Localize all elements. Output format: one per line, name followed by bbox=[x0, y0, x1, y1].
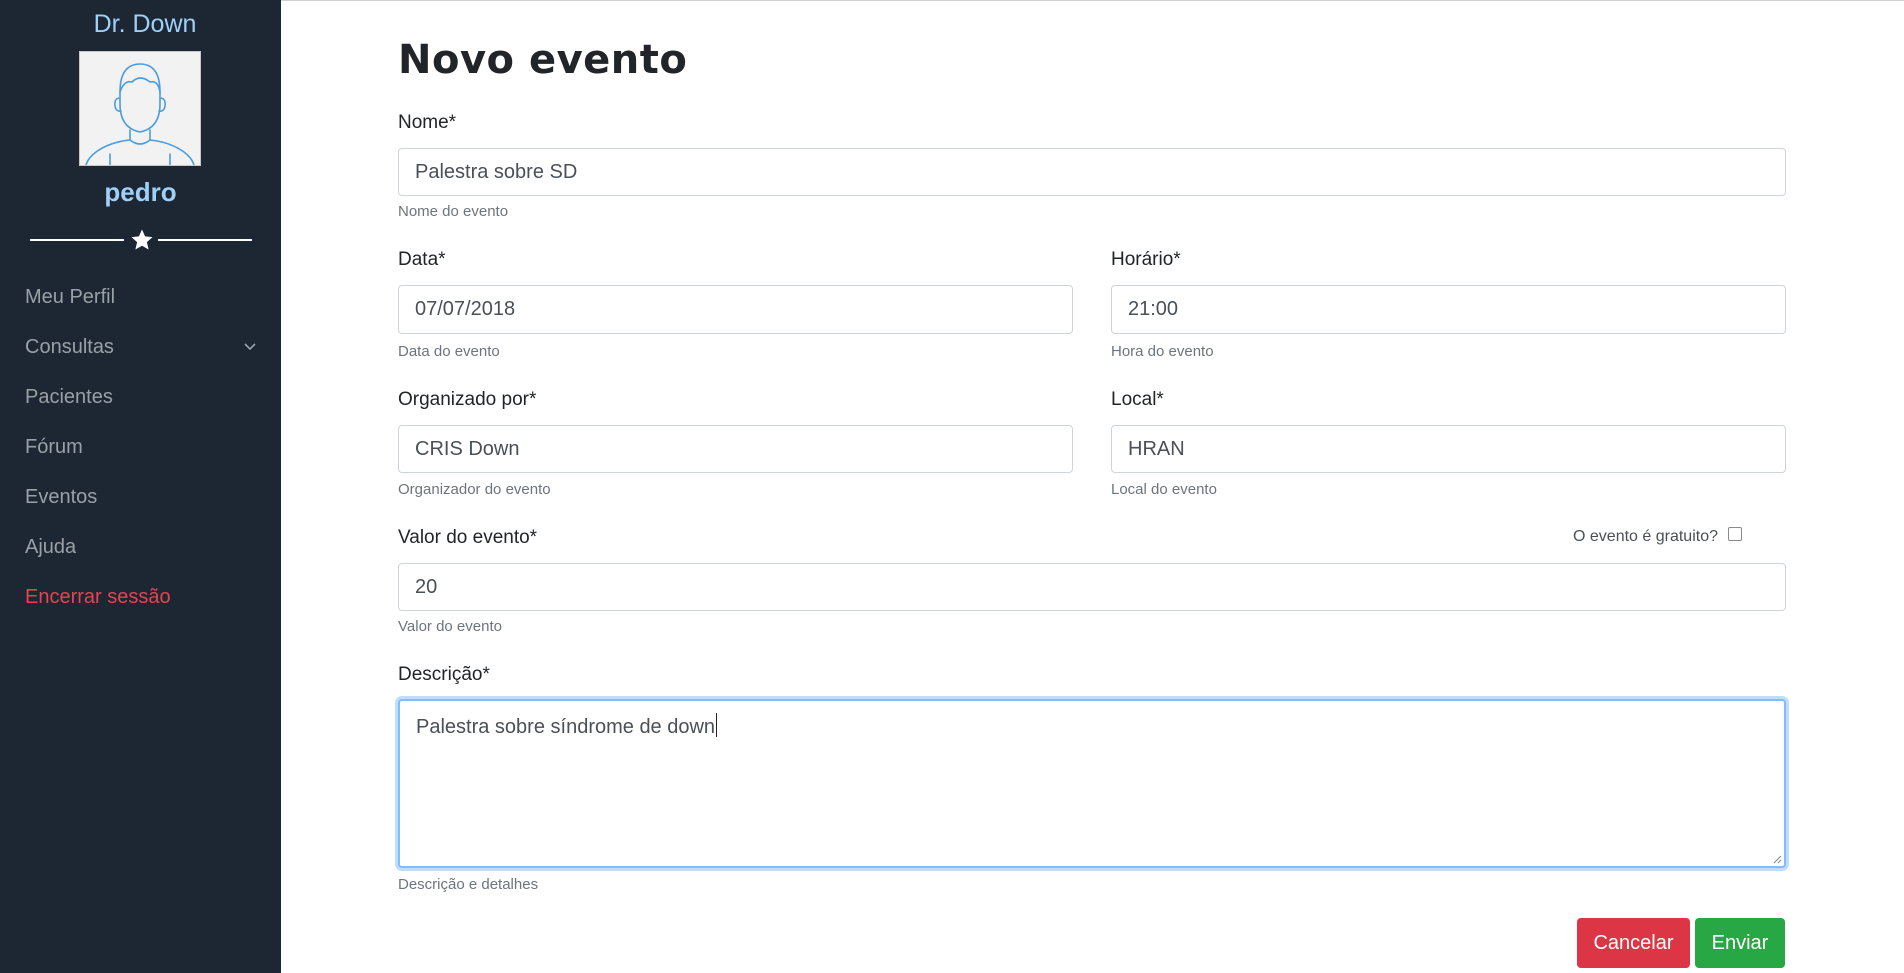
data-input[interactable]: 07/07/2018 bbox=[398, 285, 1073, 334]
nome-value: Palestra sobre SD bbox=[415, 160, 578, 183]
user-avatar-icon[interactable] bbox=[79, 51, 201, 166]
sidebar-item-eventos[interactable]: Eventos bbox=[0, 472, 281, 522]
sidebar-nav: Meu Perfil Consultas Pacientes Fórum Eve… bbox=[0, 272, 281, 622]
chevron-down-icon[interactable] bbox=[243, 322, 257, 372]
sidebar-divider bbox=[30, 228, 252, 252]
local-input[interactable]: HRAN bbox=[1111, 425, 1786, 473]
sidebar-item-label: Ajuda bbox=[25, 536, 77, 558]
data-label: Data* bbox=[398, 249, 446, 270]
valor-help: Valor do evento bbox=[398, 618, 502, 635]
nome-help: Nome do evento bbox=[398, 203, 509, 220]
sidebar-item-pacientes[interactable]: Pacientes bbox=[0, 372, 281, 422]
data-help: Data do evento bbox=[398, 343, 500, 360]
data-value: 07/07/2018 bbox=[415, 298, 516, 320]
sidebar-item-label: Fórum bbox=[25, 436, 83, 458]
divider-line-right bbox=[158, 239, 252, 241]
horario-help: Hora do evento bbox=[1111, 343, 1214, 360]
descricao-label: Descrição* bbox=[398, 664, 490, 685]
resize-handle-icon[interactable] bbox=[1772, 854, 1782, 864]
nome-label: Nome* bbox=[398, 112, 457, 133]
gratuito-checkbox[interactable] bbox=[1728, 527, 1742, 541]
horario-value: 21:00 bbox=[1128, 298, 1179, 320]
text-caret bbox=[716, 713, 718, 737]
organizado-help: Organizador do evento bbox=[398, 481, 551, 498]
sidebar-item-label: Encerrar sessão bbox=[25, 586, 171, 608]
valor-value: 20 bbox=[415, 575, 438, 598]
sidebar-item-forum[interactable]: Fórum bbox=[0, 422, 281, 472]
organizado-label: Organizado por* bbox=[398, 389, 537, 410]
nome-input[interactable]: Palestra sobre SD bbox=[398, 148, 1786, 196]
sidebar: Dr. Down pedro Meu Perfil Consultas Paci… bbox=[0, 0, 281, 973]
local-help: Local do evento bbox=[1111, 481, 1217, 498]
sidebar-item-meu-perfil[interactable]: Meu Perfil bbox=[0, 272, 281, 322]
descricao-textarea[interactable]: Palestra sobre síndrome de down bbox=[398, 699, 1786, 868]
descricao-help: Descrição e detalhes bbox=[398, 876, 539, 893]
organizado-input[interactable]: CRIS Down bbox=[398, 425, 1073, 473]
sidebar-item-label: Pacientes bbox=[25, 386, 113, 408]
horario-input[interactable]: 21:00 bbox=[1111, 285, 1786, 334]
submit-button[interactable]: Enviar bbox=[1695, 918, 1785, 968]
username: pedro bbox=[104, 177, 177, 207]
sidebar-item-label: Eventos bbox=[25, 486, 98, 508]
brand-title[interactable]: Dr. Down bbox=[0, 10, 290, 39]
main-content: Novo evento Nome* Palestra sobre SD Nome… bbox=[281, 0, 1904, 973]
submit-button-label: Enviar bbox=[1711, 931, 1769, 954]
divider-line-left bbox=[30, 239, 124, 241]
organizado-value: CRIS Down bbox=[415, 437, 520, 460]
local-value: HRAN bbox=[1128, 437, 1185, 460]
valor-input[interactable]: 20 bbox=[398, 563, 1786, 611]
gratuito-label: O evento é gratuito? bbox=[1573, 528, 1718, 545]
cancel-button[interactable]: Cancelar bbox=[1577, 918, 1690, 968]
descricao-value: Palestra sobre síndrome de down bbox=[416, 716, 716, 738]
star-icon bbox=[131, 229, 153, 250]
valor-label: Valor do evento* bbox=[398, 527, 538, 548]
sidebar-item-ajuda[interactable]: Ajuda bbox=[0, 522, 281, 572]
sidebar-item-label: Meu Perfil bbox=[25, 286, 116, 308]
horario-label: Horário* bbox=[1111, 249, 1181, 270]
local-label: Local* bbox=[1111, 389, 1164, 410]
gratuito-group: O evento é gratuito? bbox=[1573, 527, 1742, 546]
sidebar-item-logout[interactable]: Encerrar sessão bbox=[0, 572, 281, 622]
cancel-button-label: Cancelar bbox=[1593, 931, 1674, 954]
page-title: Novo evento bbox=[398, 37, 688, 83]
sidebar-item-consultas[interactable]: Consultas bbox=[0, 322, 281, 372]
sidebar-item-label: Consultas bbox=[25, 336, 114, 358]
